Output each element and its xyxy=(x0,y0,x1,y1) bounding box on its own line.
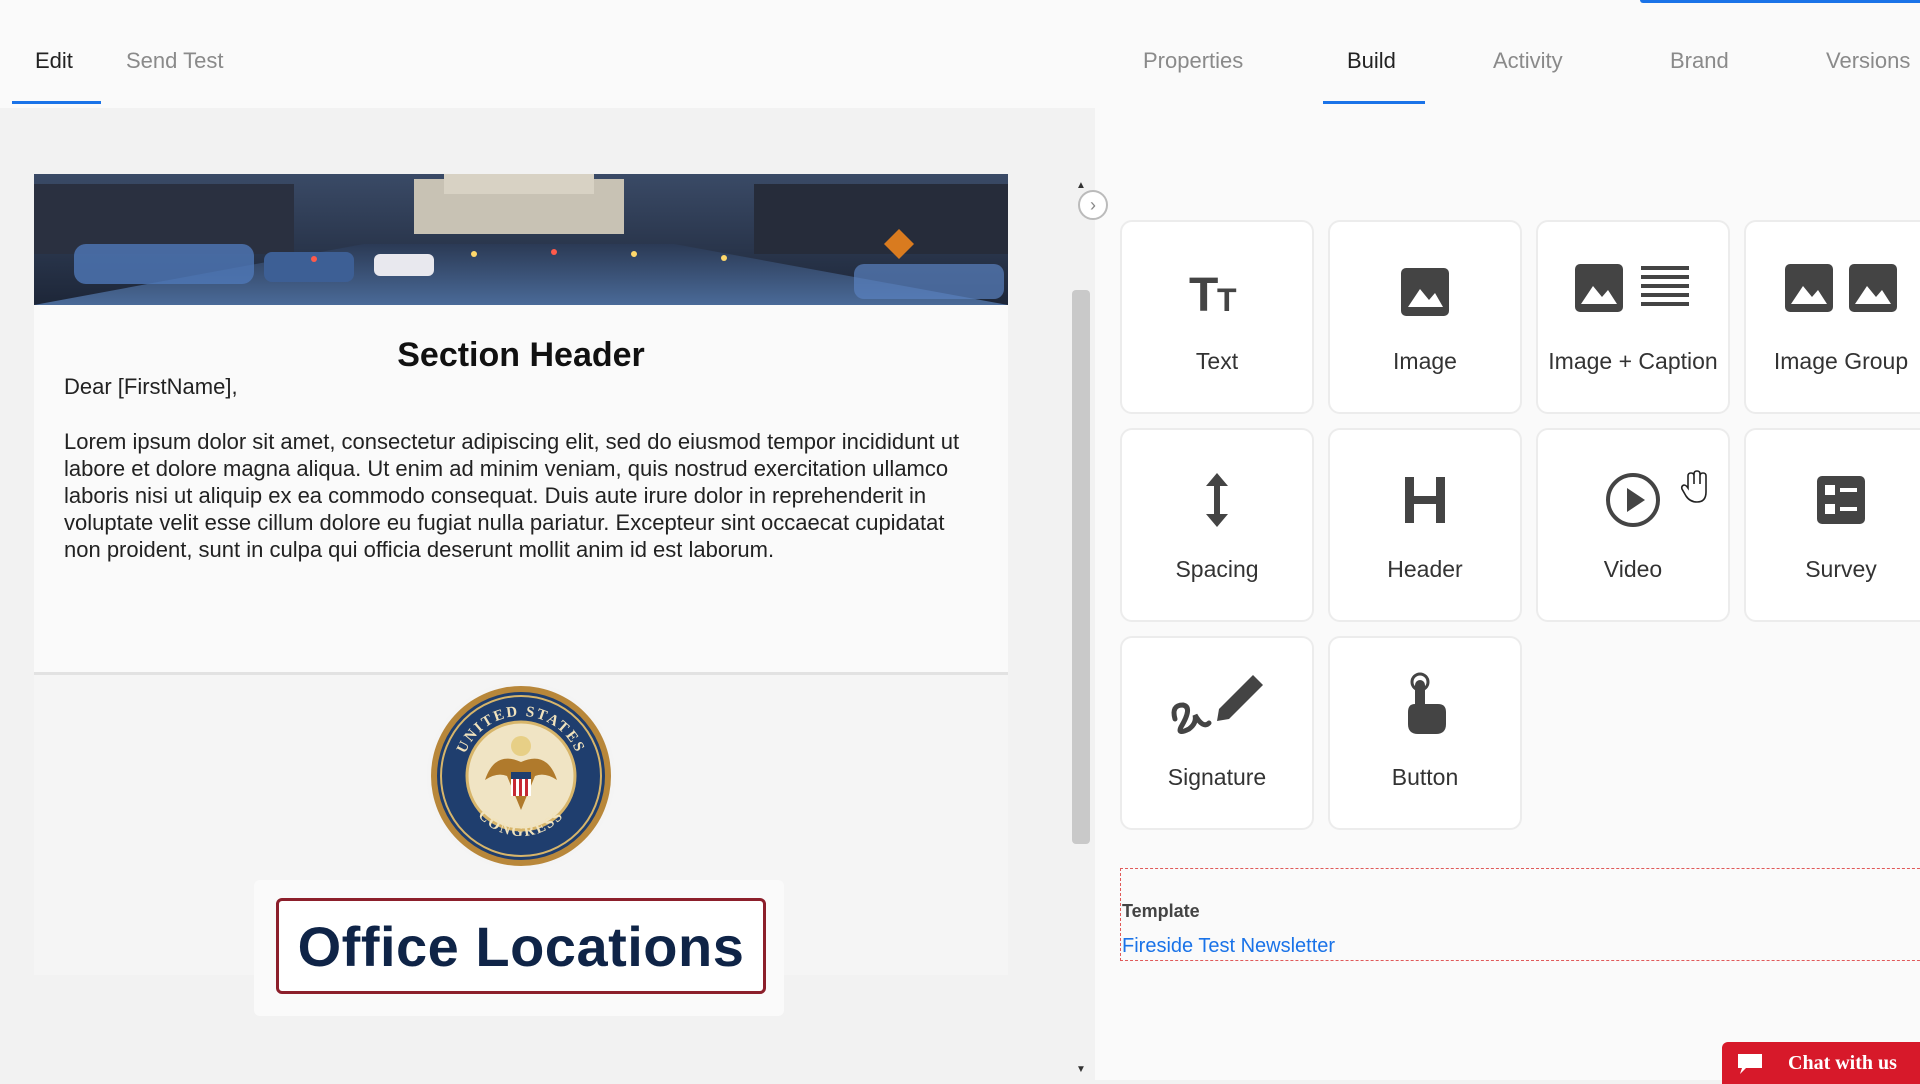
tap-finger-icon xyxy=(1330,672,1520,734)
tab-activity[interactable]: Activity xyxy=(1493,48,1563,74)
block-spacing[interactable]: Spacing xyxy=(1120,428,1314,622)
tab-send-test[interactable]: Send Test xyxy=(126,48,223,74)
image-caption-icon xyxy=(1538,258,1728,318)
block-text[interactable]: TT Text xyxy=(1120,220,1314,414)
block-button-label: Button xyxy=(1391,764,1459,790)
tab-edit-underline xyxy=(12,101,101,104)
block-image-label: Image xyxy=(1393,348,1457,374)
scroll-down-arrow-icon[interactable]: ▼ xyxy=(1076,1064,1086,1075)
signature-pen-icon xyxy=(1122,674,1312,735)
body-paragraph: Lorem ipsum dolor sit amet, consectetur … xyxy=(64,429,960,562)
tab-edit[interactable]: Edit xyxy=(35,48,73,74)
collapse-panel-chevron-icon[interactable]: › xyxy=(1078,190,1108,220)
chat-with-us-button[interactable]: Chat with us xyxy=(1722,1042,1920,1084)
image-icon xyxy=(1330,262,1520,322)
tab-properties[interactable]: Properties xyxy=(1143,48,1243,74)
header-h-icon xyxy=(1330,470,1520,530)
text-size-icon: TT xyxy=(1122,262,1312,322)
block-signature[interactable]: Signature xyxy=(1120,636,1314,830)
block-image-group[interactable]: Image Group xyxy=(1744,220,1920,414)
salutation-text: Dear [FirstName], xyxy=(64,374,238,399)
chat-label: Chat with us xyxy=(1788,1052,1897,1074)
scroll-up-arrow-icon[interactable]: ▲ xyxy=(1076,180,1086,191)
block-header[interactable]: Header xyxy=(1328,428,1522,622)
block-image[interactable]: Image xyxy=(1328,220,1522,414)
svg-text:T: T xyxy=(1217,282,1237,317)
block-spacing-label: Spacing xyxy=(1175,556,1259,582)
svg-text:T: T xyxy=(1189,269,1218,317)
survey-icon xyxy=(1746,470,1920,530)
section-header: Section Header xyxy=(397,336,645,374)
hand-cursor-icon xyxy=(1680,470,1712,504)
block-video-label: Video xyxy=(1603,556,1663,582)
block-image-caption[interactable]: Image + Caption xyxy=(1536,220,1730,414)
vertical-arrows-icon xyxy=(1122,470,1312,530)
block-image-group-label: Image Group xyxy=(1773,348,1909,374)
block-text-label: Text xyxy=(1195,348,1239,374)
top-accent-bar xyxy=(1640,0,1920,3)
top-navigation-bar: Edit Send Test Properties Build Activity… xyxy=(0,0,1920,109)
block-header-label: Header xyxy=(1387,556,1463,582)
block-video[interactable]: Video xyxy=(1536,428,1730,622)
tab-build[interactable]: Build xyxy=(1347,48,1396,74)
congress-seal-image[interactable]: UNITED STATES CONGRESS xyxy=(425,680,617,872)
block-survey-label: Survey xyxy=(1805,556,1877,582)
block-survey[interactable]: Survey xyxy=(1744,428,1920,622)
block-image-caption-label: Image + Caption xyxy=(1548,348,1718,374)
office-locations-heading-box[interactable]: Office Locations xyxy=(276,898,766,994)
canvas-scrollbar-thumb[interactable] xyxy=(1072,290,1090,844)
block-signature-label: Signature xyxy=(1167,764,1267,790)
image-group-icon xyxy=(1746,258,1920,318)
tab-brand[interactable]: Brand xyxy=(1670,48,1729,74)
tab-build-underline xyxy=(1323,101,1425,104)
hero-image[interactable] xyxy=(34,174,1008,305)
chat-bubble-icon xyxy=(1736,1052,1764,1074)
office-locations-text: Office Locations xyxy=(297,914,745,978)
tab-versions[interactable]: Versions xyxy=(1826,48,1910,74)
template-title: Template xyxy=(1122,901,1200,921)
template-name-link[interactable]: Fireside Test Newsletter xyxy=(1122,935,1335,958)
block-button[interactable]: Button xyxy=(1328,636,1522,830)
